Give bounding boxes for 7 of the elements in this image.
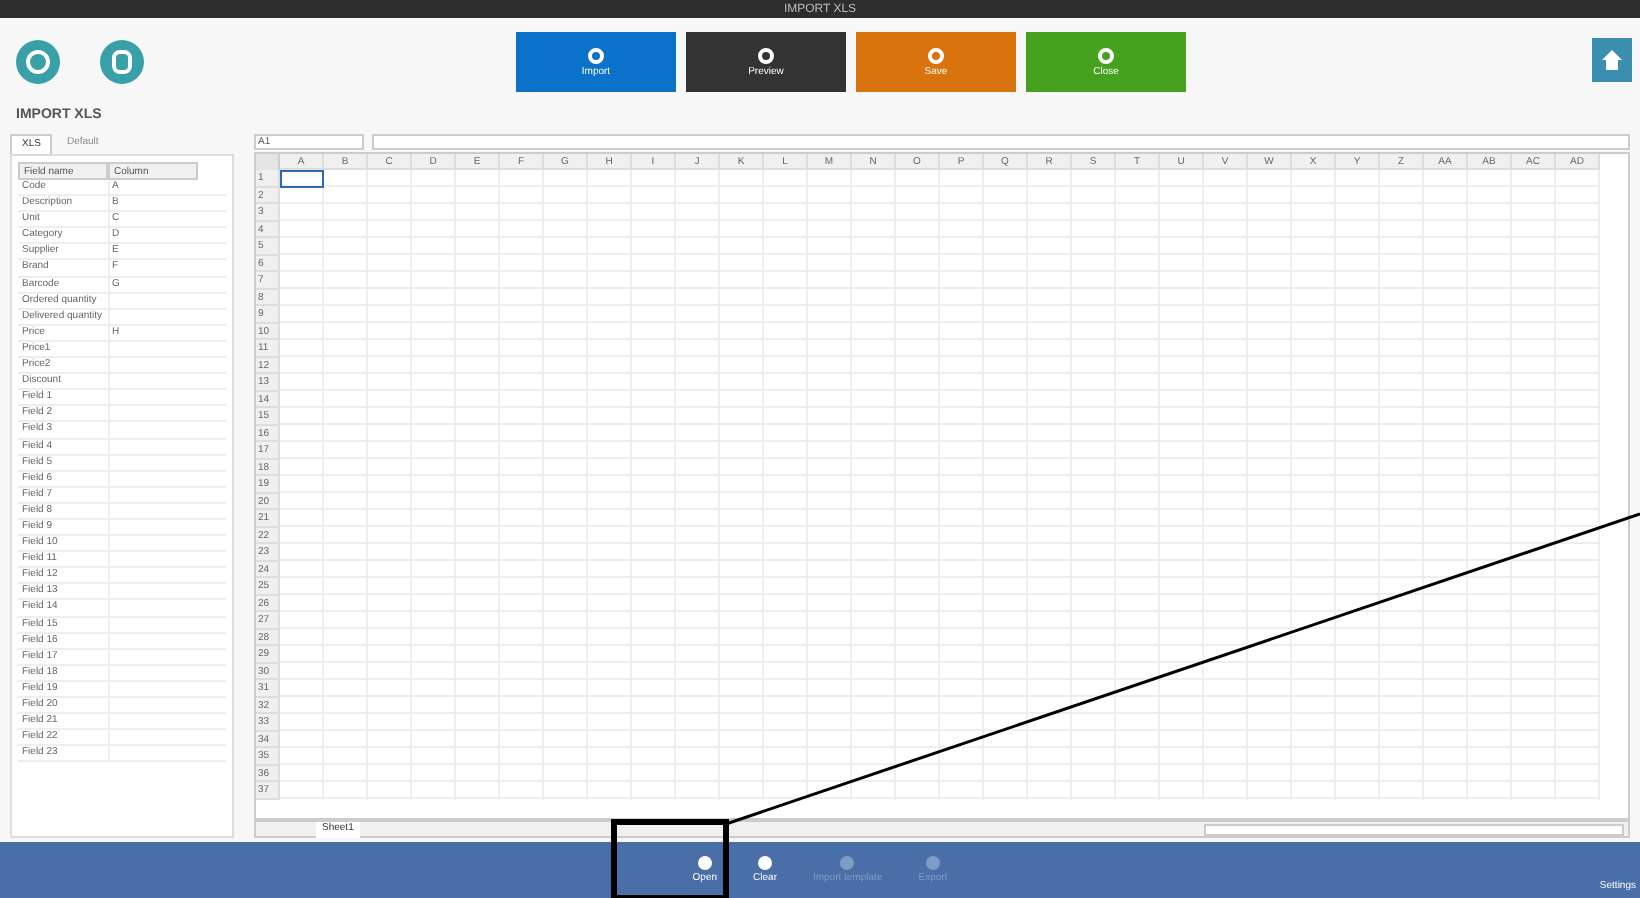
- home-button[interactable]: [1592, 38, 1632, 82]
- horizontal-scrollbar[interactable]: [1204, 823, 1624, 835]
- selected-cell[interactable]: [280, 170, 324, 187]
- info-icon[interactable]: [16, 40, 60, 84]
- user-icon[interactable]: [100, 40, 144, 84]
- home-icon: [1600, 48, 1624, 72]
- formula-field[interactable]: [372, 134, 1630, 150]
